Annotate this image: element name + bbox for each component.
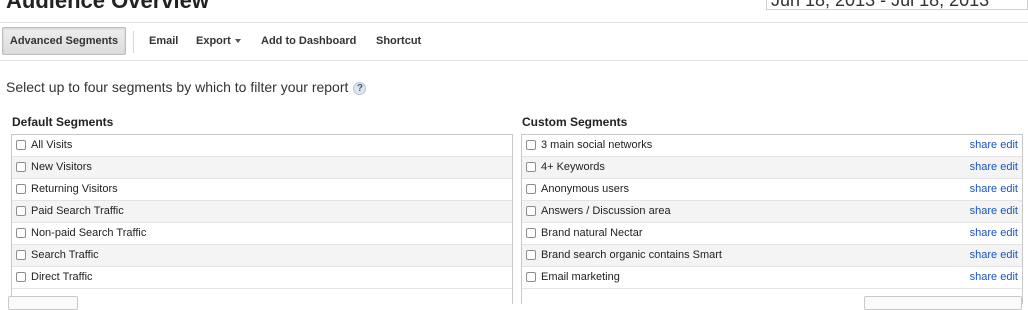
segment-label: Email marketing [541, 271, 620, 283]
segment-row[interactable]: Non-paid Search Traffic [12, 223, 512, 245]
segment-row[interactable]: All Visits [12, 135, 512, 157]
report-toolbar: Advanced Segments Email Export Add to Da… [0, 26, 1028, 58]
segment-row[interactable]: Search Traffic [12, 245, 512, 267]
segment-label: Direct Traffic [31, 271, 93, 283]
segment-row[interactable]: Answers / Discussion area share edit [522, 201, 1022, 223]
advanced-segments-button[interactable]: Advanced Segments [2, 27, 126, 55]
segment-checkbox[interactable] [16, 228, 26, 238]
segment-label: Non-paid Search Traffic [31, 227, 147, 239]
segment-instruction: Select up to four segments by which to f… [6, 79, 367, 95]
export-button[interactable]: Export [196, 35, 241, 47]
edit-link[interactable]: edit [1000, 271, 1018, 283]
segment-checkbox[interactable] [526, 184, 536, 194]
segment-label: New Visitors [31, 161, 92, 173]
edit-link[interactable]: edit [1000, 227, 1018, 239]
new-custom-segment-button[interactable] [864, 296, 1022, 310]
export-label: Export [196, 35, 231, 47]
date-range-picker[interactable]: Jun 18, 2013 - Jul 18, 2013 [766, 0, 1028, 10]
share-link[interactable]: share [970, 249, 998, 261]
default-segments-title: Default Segments [12, 115, 114, 129]
segment-row[interactable]: Anonymous users share edit [522, 179, 1022, 201]
edit-link[interactable]: edit [1000, 161, 1018, 173]
segment-checkbox[interactable] [526, 206, 536, 216]
share-link[interactable]: share [970, 139, 998, 151]
edit-link[interactable]: edit [1000, 249, 1018, 261]
share-link[interactable]: share [970, 205, 998, 217]
segment-actions: share edit [970, 201, 1018, 222]
segment-row[interactable]: New Visitors [12, 157, 512, 179]
segment-checkbox[interactable] [16, 206, 26, 216]
segment-label: Paid Search Traffic [31, 205, 124, 217]
segment-actions: share edit [970, 157, 1018, 178]
segment-row[interactable]: Brand natural Nectar share edit [522, 223, 1022, 245]
segment-label: Brand search organic contains Smart [541, 249, 722, 261]
segment-label: Returning Visitors [31, 183, 118, 195]
segment-checkbox[interactable] [526, 272, 536, 282]
segment-actions: share edit [970, 223, 1018, 244]
custom-segments-list: 3 main social networks share edit 4+ Keywo… [521, 134, 1023, 304]
segment-row[interactable]: Paid Search Traffic [12, 201, 512, 223]
segment-label: Brand natural Nectar [541, 227, 643, 239]
custom-segments-title: Custom Segments [522, 115, 628, 129]
shortcut-button[interactable]: Shortcut [376, 35, 421, 47]
segment-actions: share edit [970, 135, 1018, 156]
segment-checkbox[interactable] [16, 272, 26, 282]
edit-link[interactable]: edit [1000, 139, 1018, 151]
segment-checkbox[interactable] [526, 140, 536, 150]
segment-row[interactable]: 4+ Keywords share edit [522, 157, 1022, 179]
edit-link[interactable]: edit [1000, 205, 1018, 217]
segment-row[interactable]: 3 main social networks share edit [522, 135, 1022, 157]
segment-checkbox[interactable] [16, 140, 26, 150]
add-to-dashboard-button[interactable]: Add to Dashboard [261, 35, 356, 47]
segment-row[interactable]: Returning Visitors [12, 179, 512, 201]
segment-row[interactable]: Brand search organic contains Smart share… [522, 245, 1022, 267]
segment-label: Anonymous users [541, 183, 630, 195]
segment-actions: share edit [970, 267, 1018, 288]
share-link[interactable]: share [970, 161, 998, 173]
email-button[interactable]: Email [149, 35, 178, 47]
instruction-text: Select up to four segments by which to f… [6, 79, 349, 95]
segment-label: Search Traffic [31, 249, 99, 261]
segment-actions: share edit [970, 245, 1018, 266]
edit-link[interactable]: edit [1000, 183, 1018, 195]
segment-label: 3 main social networks [541, 139, 653, 151]
segment-checkbox[interactable] [16, 184, 26, 194]
segment-row[interactable]: Direct Traffic [12, 267, 512, 289]
segment-checkbox[interactable] [16, 250, 26, 260]
help-icon[interactable]: ? [353, 82, 367, 95]
segment-label: 4+ Keywords [541, 161, 605, 173]
default-segments-list: All Visits New Visitors Returning Visitors… [11, 134, 513, 304]
segment-checkbox[interactable] [526, 162, 536, 172]
page-title: Audience Overview [6, 0, 209, 13]
share-link[interactable]: share [970, 183, 998, 195]
segment-label: All Visits [31, 139, 73, 151]
share-link[interactable]: share [970, 271, 998, 283]
segment-checkbox[interactable] [526, 250, 536, 260]
header-divider [0, 22, 1028, 23]
segment-row[interactable]: Email marketing share edit [522, 267, 1022, 289]
share-link[interactable]: share [970, 227, 998, 239]
toolbar-separator [133, 31, 134, 53]
chevron-down-icon [234, 39, 241, 44]
segment-label: Answers / Discussion area [541, 205, 671, 217]
segment-checkbox[interactable] [16, 162, 26, 172]
segment-actions: share edit [970, 179, 1018, 200]
toolbar-divider [0, 60, 1028, 61]
segment-checkbox[interactable] [526, 228, 536, 238]
cancel-button[interactable] [8, 296, 78, 310]
